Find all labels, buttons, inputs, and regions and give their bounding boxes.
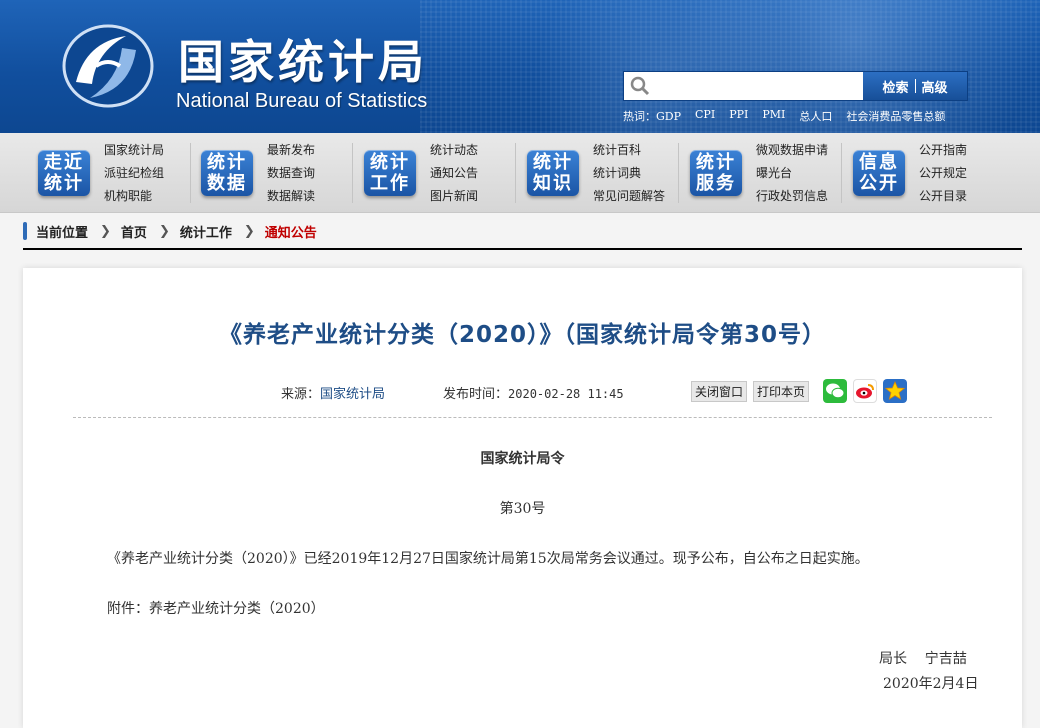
decree-number: 第30号 <box>499 501 546 517</box>
hotword-population[interactable]: 总人口 <box>799 108 832 124</box>
nav-link[interactable]: 派驻纪检组 <box>104 164 164 182</box>
time-label: 发布时间： <box>443 387 509 402</box>
search-buttons: 检索 高级 <box>863 72 967 100</box>
nav-link[interactable]: 曝光台 <box>756 164 828 182</box>
breadcrumb-stat-work[interactable]: 统计工作 <box>180 222 232 241</box>
nav-links-disclosure: 公开指南 公开规定 公开目录 <box>919 141 967 205</box>
nav-link[interactable]: 国家统计局 <box>104 141 164 159</box>
nav-group-knowledge: 统计 知识 统计百科 统计词典 常见问题解答 <box>527 133 665 213</box>
nav-link[interactable]: 数据解读 <box>267 187 315 205</box>
nav-link[interactable]: 数据查询 <box>267 164 315 182</box>
nav-links-knowledge: 统计百科 统计词典 常见问题解答 <box>593 141 665 205</box>
nav-divider <box>841 143 842 203</box>
wechat-icon[interactable] <box>823 379 847 403</box>
hotword-label-gdp[interactable]: 热词：GDP <box>623 108 681 124</box>
nav-links-service: 微观数据申请 曝光台 行政处罚信息 <box>756 141 828 205</box>
article-title: 《养老产业统计分类（2020）》（国家统计局令第30号） <box>218 322 827 348</box>
nav-group-work: 统计 工作 统计动态 通知公告 图片新闻 <box>364 133 478 213</box>
search-button[interactable]: 检索 <box>876 77 914 96</box>
nav-group-disclosure: 信息 公开 公开指南 公开规定 公开目录 <box>853 133 967 213</box>
hotword-ppi[interactable]: PPI <box>729 108 748 124</box>
nav-link[interactable]: 常见问题解答 <box>593 187 665 205</box>
nav-group-about: 走近 统计 国家统计局 派驻纪检组 机构职能 <box>38 133 164 213</box>
time-value: 2020-02-28 11:45 <box>508 387 624 401</box>
nav-link[interactable]: 通知公告 <box>430 164 478 182</box>
hotwords: 热词：GDP CPI PPI PMI 总人口 社会消费品零售总额 <box>623 108 945 124</box>
nav-links-about: 国家统计局 派驻纪检组 机构职能 <box>104 141 164 205</box>
nav-badge-data[interactable]: 统计 数据 <box>201 150 253 196</box>
nav-links-data: 最新发布 数据查询 数据解读 <box>267 141 315 205</box>
chevron-right-icon: ❯ <box>243 223 255 239</box>
breadcrumb-current[interactable]: 通知公告 <box>265 222 317 241</box>
nav-link[interactable]: 公开目录 <box>919 187 967 205</box>
hotword-retail-sales[interactable]: 社会消费品零售总额 <box>846 108 945 124</box>
brand-english-name: National Bureau of Statistics <box>176 90 428 112</box>
nav-link[interactable]: 统计百科 <box>593 141 665 159</box>
breadcrumb-home[interactable]: 首页 <box>121 222 147 241</box>
breadcrumb: 当前位置 ❯ 首页 ❯ 统计工作 ❯ 通知公告 <box>23 214 1022 250</box>
nav-link[interactable]: 统计词典 <box>593 164 665 182</box>
nav-divider <box>515 143 516 203</box>
nav-badge-work[interactable]: 统计 工作 <box>364 150 416 196</box>
nav-links-work: 统计动态 通知公告 图片新闻 <box>430 141 478 205</box>
article-source: 来源：国家统计局 <box>281 383 385 402</box>
nav-badge-knowledge[interactable]: 统计 知识 <box>527 150 579 196</box>
article-panel: 《养老产业统计分类（2020）》（国家统计局令第30号） 来源：国家统计局 发布… <box>23 268 1022 728</box>
advanced-search-button[interactable]: 高级 <box>916 77 954 96</box>
source-link[interactable]: 国家统计局 <box>320 387 385 402</box>
nav-badge-disclosure[interactable]: 信息 公开 <box>853 150 905 196</box>
search-input[interactable] <box>656 72 863 100</box>
nav-link[interactable]: 微观数据申请 <box>756 141 828 159</box>
weibo-icon[interactable] <box>853 379 877 403</box>
nbs-logo-icon[interactable] <box>56 22 154 110</box>
signer: 局长 宁吉喆 <box>879 651 967 667</box>
site-header: 国家统计局 National Bureau of Statistics 检索 高… <box>0 0 1040 133</box>
search-icon <box>624 72 656 100</box>
close-window-button[interactable]: 关闭窗口 <box>691 381 748 402</box>
nav-link[interactable]: 公开规定 <box>919 164 967 182</box>
nav-link[interactable]: 统计动态 <box>430 141 478 159</box>
nav-link[interactable]: 机构职能 <box>104 187 164 205</box>
article-time: 发布时间：2020-02-28 11:45 <box>443 383 624 402</box>
main-nav: 走近 统计 国家统计局 派驻纪检组 机构职能 统计 数据 最新发布 数据查询 数据解… <box>0 133 1040 213</box>
favorite-star-icon[interactable] <box>883 379 907 403</box>
breadcrumb-marker <box>23 222 27 240</box>
source-label: 来源： <box>281 387 321 402</box>
chevron-right-icon: ❯ <box>100 223 111 239</box>
article-tools: 关闭窗口 打印本页 <box>691 381 810 402</box>
article-divider <box>73 417 992 418</box>
nav-divider <box>190 143 191 203</box>
attachment-link[interactable]: 附件：养老产业统计分类（2020） <box>107 598 325 618</box>
nav-group-service: 统计 服务 微观数据申请 曝光台 行政处罚信息 <box>690 133 828 213</box>
decree-heading: 国家统计局令 <box>480 451 565 467</box>
hotword-cpi[interactable]: CPI <box>695 108 715 124</box>
nav-link[interactable]: 图片新闻 <box>430 187 478 205</box>
nav-link[interactable]: 公开指南 <box>919 141 967 159</box>
nav-divider <box>352 143 353 203</box>
nav-link[interactable]: 行政处罚信息 <box>756 187 828 205</box>
nav-badge-service[interactable]: 统计 服务 <box>690 150 742 196</box>
print-page-button[interactable]: 打印本页 <box>753 381 810 402</box>
nav-group-data: 统计 数据 最新发布 数据查询 数据解读 <box>201 133 315 213</box>
brand-chinese-name: 国家统计局 <box>178 35 428 89</box>
breadcrumb-label: 当前位置 <box>36 225 89 241</box>
decree-paragraph: 《养老产业统计分类（2020）》已经2019年12月27日国家统计局第15次局常… <box>107 551 869 567</box>
nav-badge-about[interactable]: 走近 统计 <box>38 150 90 196</box>
nav-divider <box>678 143 679 203</box>
search-box: 检索 高级 <box>623 71 968 101</box>
chevron-right-icon: ❯ <box>158 223 170 239</box>
hotword-pmi[interactable]: PMI <box>762 108 785 124</box>
decree-date: 2020年2月4日 <box>883 676 979 692</box>
nav-link[interactable]: 最新发布 <box>267 141 315 159</box>
